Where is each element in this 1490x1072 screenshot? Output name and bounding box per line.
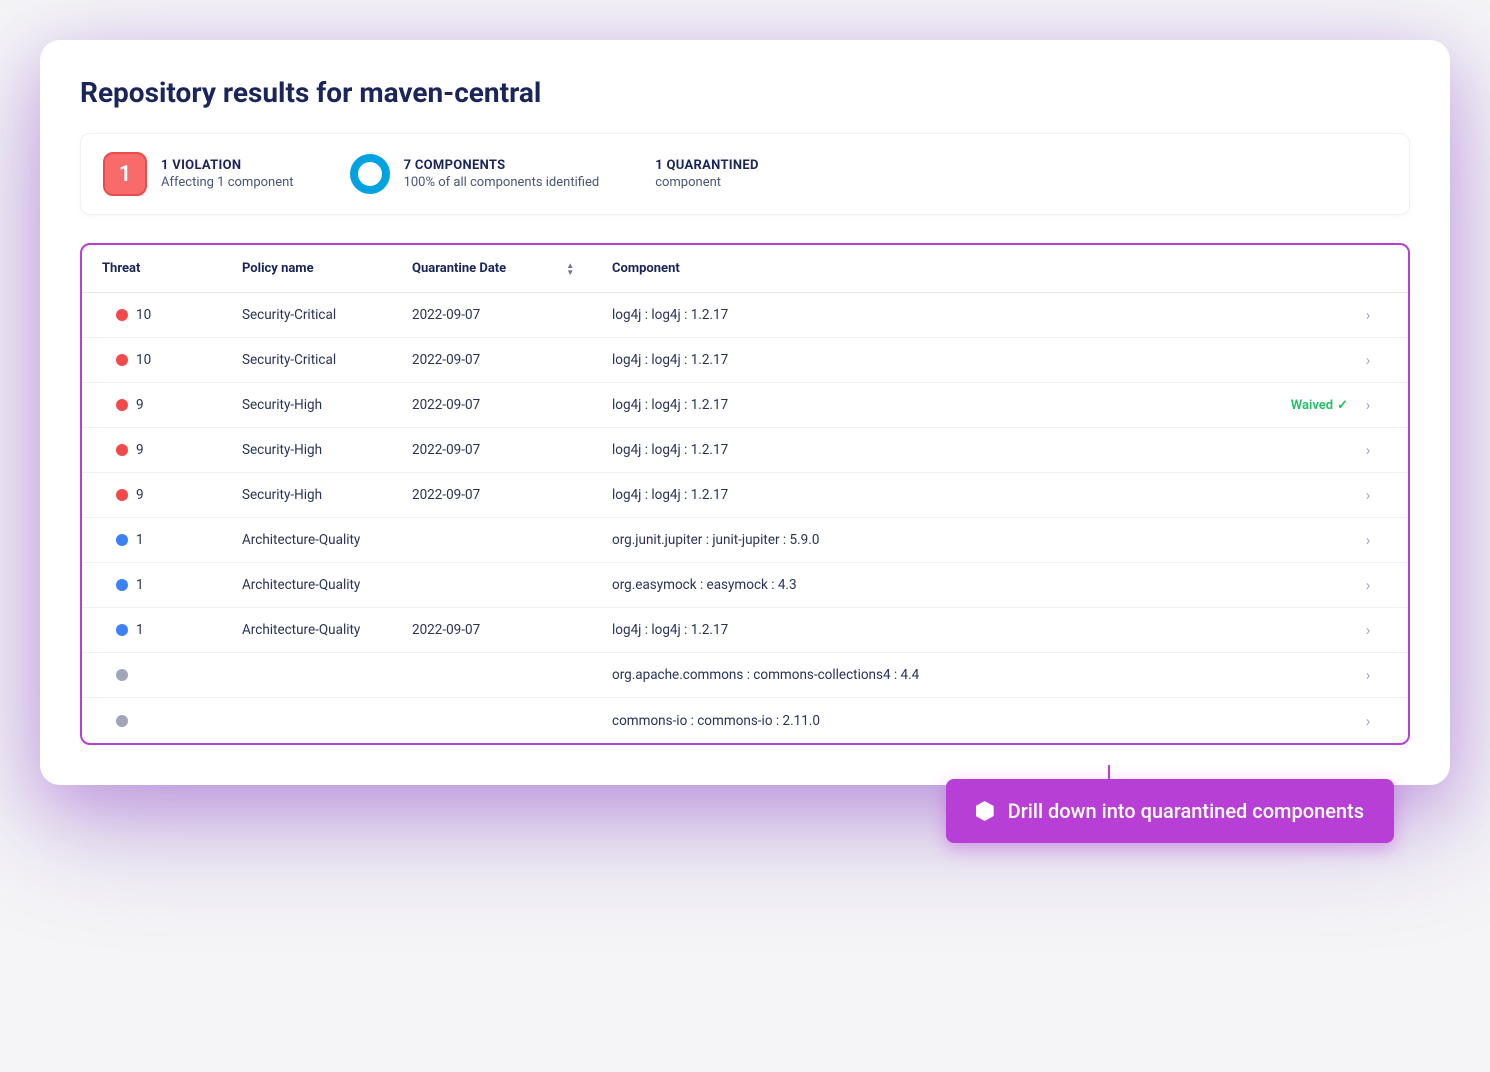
component-name: log4j : log4j : 1.2.17 [612,352,1258,368]
chevron-right-icon[interactable]: › [1348,486,1388,504]
threat-value: 10 [136,352,151,368]
chevron-right-icon[interactable]: › [1348,396,1388,414]
chevron-right-icon[interactable]: › [1348,441,1388,459]
summary-quarantined: 1 QUARANTINED component [655,158,759,190]
table-row[interactable]: 10 Security-Critical2022-09-07log4j : log… [82,293,1408,338]
threat-value: 9 [136,487,144,503]
page-title: Repository results for maven-central [80,76,1410,109]
component-name: log4j : log4j : 1.2.17 [612,622,1258,638]
component-name: commons-io : commons-io : 2.11.0 [612,713,1258,729]
threat-value: 1 [136,622,144,638]
table-row[interactable]: 1 Architecture-Quality org.junit.jupiter :… [82,518,1408,563]
threat-dot-icon [116,534,128,546]
threat-dot-icon [116,309,128,321]
callout-banner[interactable]: Drill down into quarantined components [946,779,1394,843]
quarantined-sub: component [655,175,759,190]
component-name: log4j : log4j : 1.2.17 [612,487,1258,503]
threat-dot-icon [116,579,128,591]
threat-value: 1 [136,577,144,593]
threat-dot-icon [116,354,128,366]
policy-name: Security-Critical [242,352,412,368]
threat-value: 9 [136,397,144,413]
threat-dot-icon [116,489,128,501]
chevron-right-icon[interactable]: › [1348,306,1388,324]
hexagon-icon [976,801,994,821]
threat-dot-icon [116,444,128,456]
components-sub: 100% of all components identified [404,175,600,190]
quarantine-date: 2022-09-07 [412,397,612,413]
results-table: Threat Policy name Quarantine Date ▲▼ Co… [80,243,1410,745]
threat-dot-icon [116,669,128,681]
components-heading: 7 COMPONENTS [404,158,600,173]
table-row[interactable]: 1 Architecture-Quality2022-09-07log4j : l… [82,608,1408,653]
chevron-right-icon[interactable]: › [1348,351,1388,369]
policy-name: Architecture-Quality [242,577,412,593]
sort-icon: ▲▼ [566,262,574,276]
col-component[interactable]: Component [612,261,1258,276]
policy-name: Security-Critical [242,307,412,323]
quarantine-date: 2022-09-07 [412,622,612,638]
component-name: org.easymock : easymock : 4.3 [612,577,1258,593]
component-name: log4j : log4j : 1.2.17 [612,442,1258,458]
col-threat[interactable]: Threat [102,261,242,276]
violation-count-badge: 1 [103,152,147,196]
chevron-right-icon[interactable]: › [1348,712,1388,730]
chevron-right-icon[interactable]: › [1348,531,1388,549]
table-row[interactable]: commons-io : commons-io : 2.11.0 › [82,698,1408,743]
summary-components: 7 COMPONENTS 100% of all components iden… [350,154,600,194]
table-row[interactable]: org.apache.commons : commons-collections… [82,653,1408,698]
violations-heading: 1 VIOLATION [161,158,294,173]
threat-value: 10 [136,307,151,323]
component-name: log4j : log4j : 1.2.17 [612,307,1258,323]
quarantine-date: 2022-09-07 [412,487,612,503]
table-row[interactable]: 1 Architecture-Quality org.easymock : easy… [82,563,1408,608]
table-row[interactable]: 10 Security-Critical2022-09-07log4j : log… [82,338,1408,383]
threat-dot-icon [116,399,128,411]
check-icon: ✓ [1337,398,1348,413]
col-policy[interactable]: Policy name [242,261,412,276]
component-name: log4j : log4j : 1.2.17 [612,397,1258,413]
threat-value: 1 [136,532,144,548]
threat-dot-icon [116,624,128,636]
chevron-right-icon[interactable]: › [1348,666,1388,684]
policy-name: Security-High [242,397,412,413]
table-row[interactable]: 9 Security-High2022-09-07log4j : log4j : … [82,473,1408,518]
table-row[interactable]: 9 Security-High2022-09-07log4j : log4j : … [82,428,1408,473]
chevron-right-icon[interactable]: › [1348,576,1388,594]
policy-name: Security-High [242,442,412,458]
quarantined-heading: 1 QUARANTINED [655,158,759,173]
summary-bar: 1 1 VIOLATION Affecting 1 component 7 CO… [80,133,1410,215]
violations-sub: Affecting 1 component [161,175,294,190]
callout-text: Drill down into quarantined components [1008,799,1364,823]
component-name: org.apache.commons : commons-collections… [612,667,1258,683]
quarantine-date: 2022-09-07 [412,307,612,323]
threat-value: 9 [136,442,144,458]
chevron-right-icon[interactable]: › [1348,621,1388,639]
waived-badge: Waived✓ [1258,398,1348,413]
policy-name: Architecture-Quality [242,532,412,548]
policy-name: Security-High [242,487,412,503]
quarantine-date: 2022-09-07 [412,442,612,458]
donut-icon [350,154,390,194]
col-quarantine-date[interactable]: Quarantine Date ▲▼ [412,261,612,276]
quarantine-date: 2022-09-07 [412,352,612,368]
table-row[interactable]: 9 Security-High2022-09-07log4j : log4j : … [82,383,1408,428]
component-name: org.junit.jupiter : junit-jupiter : 5.9.… [612,532,1258,548]
threat-dot-icon [116,715,128,727]
table-header: Threat Policy name Quarantine Date ▲▼ Co… [82,245,1408,293]
policy-name: Architecture-Quality [242,622,412,638]
results-card: Repository results for maven-central 1 1… [40,40,1450,785]
summary-violations: 1 1 VIOLATION Affecting 1 component [103,152,294,196]
